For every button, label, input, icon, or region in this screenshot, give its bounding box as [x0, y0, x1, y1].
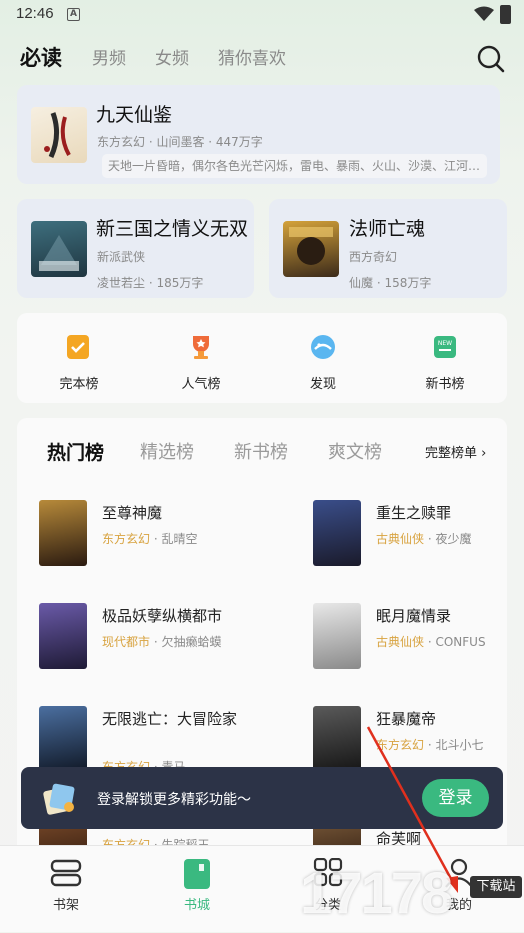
watermark-text: 17178: [300, 861, 453, 926]
watermark: 17178 下载站: [300, 860, 524, 932]
watermark-badge: 下载站: [470, 876, 522, 898]
annotation-arrow: [366, 726, 458, 893]
